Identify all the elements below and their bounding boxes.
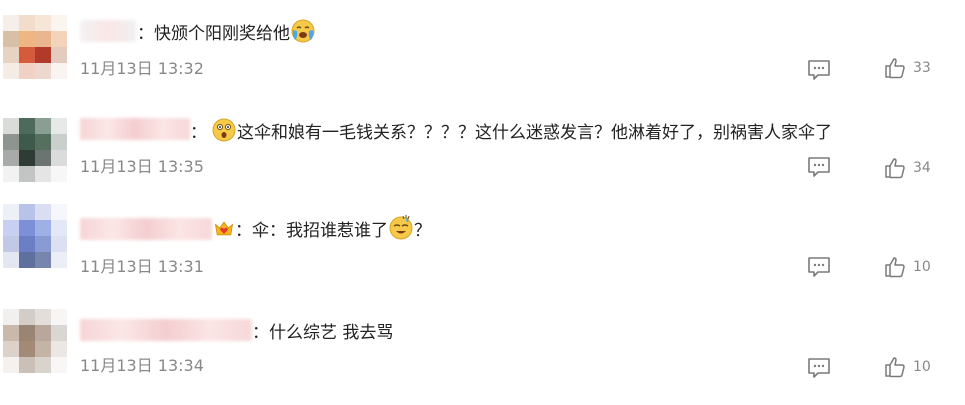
comment-item: ： 这伞和娘有一毛钱关系？？？？这什么迷惑发言？他淋着好了，别祸害人家伞了 11… <box>0 104 965 204</box>
like-count: 10 <box>913 359 931 375</box>
comment-text-tail: ？ <box>414 220 431 241</box>
avatar[interactable] <box>3 204 67 268</box>
comment-text-line: ： 这伞和娘有一毛钱关系？？？？这什么迷惑发言？他淋着好了，别祸害人家伞了 <box>190 117 832 143</box>
comment-timestamp: 11月13日 13:34 <box>80 356 204 375</box>
username-redacted[interactable] <box>80 118 190 140</box>
avatar[interactable] <box>3 118 67 182</box>
crown-heart-badge-icon <box>213 217 235 239</box>
thumbs-up-icon <box>885 257 905 278</box>
separator: ： <box>190 122 207 143</box>
comment-text: 这伞和娘有一毛钱关系？？？？这什么迷惑发言？他淋着好了，别祸害人家伞了 <box>237 122 832 143</box>
username-redacted[interactable] <box>80 218 212 240</box>
comment-text-line: ： 什么综艺 我去骂 <box>252 318 394 343</box>
comment-text-line: ： 伞：我招谁惹谁了 ？ <box>213 215 431 241</box>
thumbs-up-icon <box>885 357 905 378</box>
comment-timestamp: 11月13日 13:32 <box>80 59 204 78</box>
comment-text: 快颁个阳刚奖给他 <box>154 23 290 44</box>
like-button[interactable]: 33 <box>884 57 931 79</box>
reply-button[interactable] <box>807 256 831 278</box>
comment-timestamp: 11月13日 13:31 <box>80 257 204 276</box>
comment-text: 伞：我招谁惹谁了 <box>252 220 388 241</box>
comment-item: ： 什么综艺 我去骂 11月13日 13:34 10 <box>0 305 965 405</box>
avatar[interactable] <box>3 15 67 79</box>
like-button[interactable]: 34 <box>884 157 931 179</box>
like-button[interactable]: 10 <box>884 356 931 378</box>
like-count: 34 <box>913 160 931 176</box>
comment-icon <box>808 157 830 177</box>
thumbs-up-icon <box>885 58 905 79</box>
thumbs-up-icon <box>885 158 905 179</box>
comment-icon <box>808 60 830 80</box>
reply-button[interactable] <box>807 357 831 379</box>
comment-item: ： 快颁个阳刚奖给他 11月13日 13:32 33 <box>0 15 965 115</box>
like-count: 33 <box>913 60 931 76</box>
comment-text-line: ： 快颁个阳刚奖给他 <box>137 18 316 44</box>
reply-button[interactable] <box>807 59 831 81</box>
comment-item: ： 伞：我招谁惹谁了 ？ 11月13日 13:31 10 <box>0 204 965 304</box>
username-redacted[interactable] <box>80 20 136 42</box>
comment-timestamp: 11月13日 13:35 <box>80 157 204 176</box>
separator: ： <box>252 322 269 343</box>
avatar[interactable] <box>3 309 67 373</box>
username-redacted[interactable] <box>80 319 252 341</box>
reply-button[interactable] <box>807 156 831 178</box>
comment-icon <box>808 358 830 378</box>
like-button[interactable]: 10 <box>884 256 931 278</box>
like-count: 10 <box>913 259 931 275</box>
comment-icon <box>808 257 830 277</box>
surprised-face-icon <box>211 117 237 143</box>
separator: ： <box>137 23 154 44</box>
sweat-smile-face-icon <box>388 215 414 241</box>
separator: ： <box>235 220 252 241</box>
comment-text: 什么综艺 我去骂 <box>269 322 394 343</box>
crying-face-icon <box>290 18 316 44</box>
